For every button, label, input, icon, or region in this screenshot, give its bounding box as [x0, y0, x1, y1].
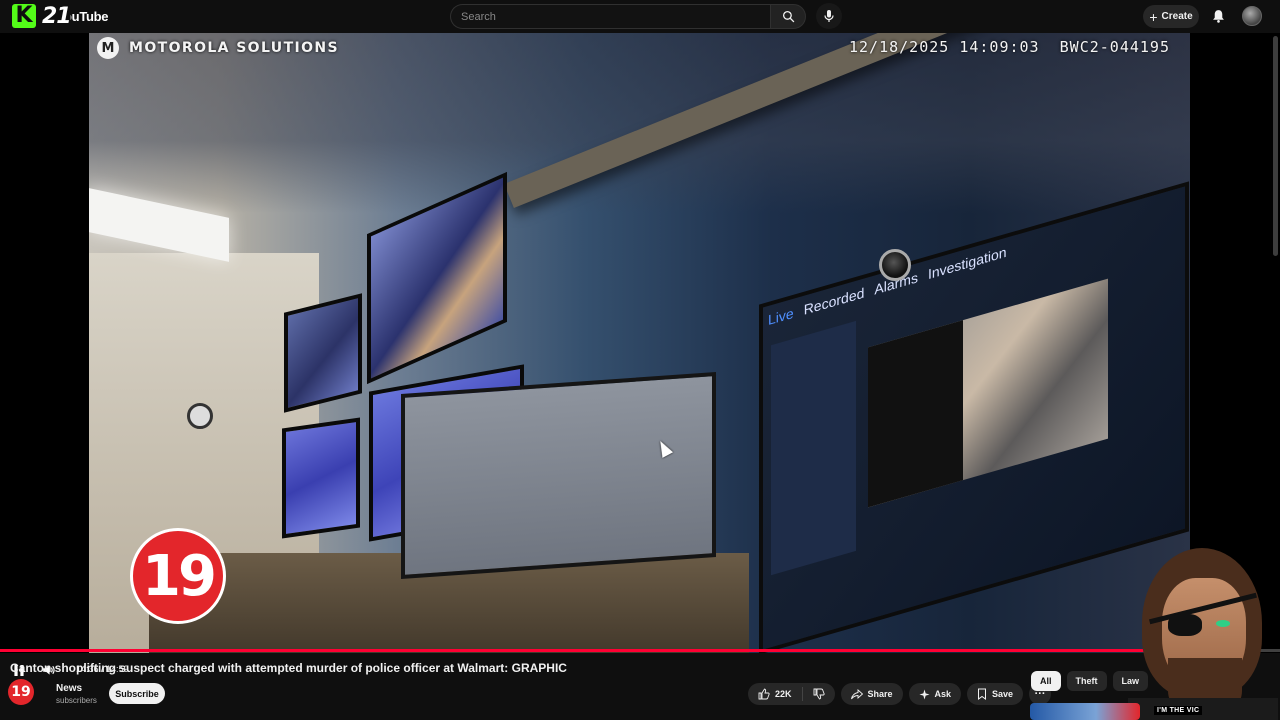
- create-button[interactable]: + Create: [1143, 5, 1199, 28]
- cctv-tab: Recorded: [803, 284, 865, 318]
- dislike-button[interactable]: [803, 683, 835, 705]
- news-channel-badge: 19: [130, 528, 226, 624]
- chip-theft[interactable]: Theft: [1066, 671, 1107, 691]
- search-input[interactable]: [450, 4, 770, 29]
- related-chips: All Theft Law: [1031, 671, 1149, 691]
- scene-monitor: [284, 293, 362, 413]
- video-actions: 22K Share Ask Save ···: [748, 683, 1052, 705]
- chip-all[interactable]: All: [1031, 671, 1061, 691]
- share-icon: [850, 688, 863, 699]
- cctv-sidebar: [771, 320, 856, 576]
- progress-played: [0, 649, 1248, 652]
- page-scrollbar[interactable]: [1273, 36, 1278, 256]
- search-icon: [782, 10, 794, 23]
- microphone-icon: [824, 10, 834, 22]
- save-label: Save: [992, 689, 1014, 699]
- bodycam-device-id: BWC2-044195: [1059, 38, 1170, 56]
- bodycam-brand: M MOTOROLA SOLUTIONS: [97, 37, 339, 59]
- ask-label: Ask: [934, 689, 952, 699]
- cctv-feed-dark: [868, 320, 963, 508]
- share-button[interactable]: Share: [840, 683, 903, 705]
- sparkle-icon: [918, 688, 930, 700]
- share-label: Share: [867, 689, 893, 699]
- like-count: 22K: [775, 689, 792, 699]
- channel-subscriber-count: subscribers: [56, 696, 97, 705]
- streamer-shirt-text: I'M THE VIC: [1154, 706, 1203, 715]
- video-frame[interactable]: Live Recorded Alarms Investigation M MOT…: [89, 33, 1190, 653]
- cctv-tab: Investigation: [927, 243, 1007, 283]
- subscribe-button[interactable]: Subscribe: [109, 683, 165, 704]
- account-avatar[interactable]: [1242, 6, 1262, 26]
- logo-number: 21: [42, 3, 72, 29]
- thumbs-down-icon: [813, 688, 825, 700]
- video-player[interactable]: Live Recorded Alarms Investigation M MOT…: [0, 33, 1280, 676]
- chip-law[interactable]: Law: [1112, 671, 1149, 691]
- search-bar: [450, 4, 806, 29]
- voice-search-button[interactable]: [816, 3, 842, 29]
- scene-security-camera: [879, 249, 911, 281]
- streamer-eyepatch: [1168, 614, 1202, 636]
- top-bar: K 21 YouTube + Create: [0, 0, 1280, 33]
- motorola-logo-icon: M: [97, 37, 119, 59]
- bell-icon: [1212, 10, 1224, 23]
- streamer-shirt: [1128, 698, 1278, 720]
- video-title: Canton shoplifting suspect charged with …: [10, 661, 567, 675]
- notifications-button[interactable]: [1208, 6, 1228, 26]
- search-button[interactable]: [770, 4, 806, 29]
- scene-clock: [187, 403, 213, 429]
- scene-monitor: [282, 417, 360, 539]
- ask-button[interactable]: Ask: [908, 683, 962, 705]
- bodycam-brand-text: MOTOROLA SOLUTIONS: [129, 40, 340, 56]
- bookmark-icon: [978, 688, 987, 700]
- channel-avatar[interactable]: 19: [8, 679, 34, 705]
- plus-icon: +: [1149, 8, 1158, 25]
- streamer-facecam: I'M THE VIC: [1128, 540, 1278, 720]
- create-label: Create: [1161, 11, 1193, 22]
- like-dislike-group: 22K: [748, 683, 835, 705]
- channel-name[interactable]: News: [56, 683, 82, 694]
- kick-logo-icon: K: [12, 4, 36, 28]
- progress-bar[interactable]: [0, 645, 1280, 656]
- bodycam-datetime: 12/18/2025 14:09:03: [849, 38, 1040, 56]
- save-button[interactable]: Save: [967, 683, 1024, 705]
- scene-monitor-cctv: Live Recorded Alarms Investigation: [759, 181, 1189, 653]
- cctv-tab: Live: [768, 304, 794, 329]
- bodycam-timestamp: 12/18/2025 14:09:03 BWC2-044195: [849, 38, 1170, 56]
- like-button[interactable]: 22K: [748, 683, 802, 705]
- related-video-thumbnail[interactable]: [1030, 703, 1140, 720]
- scene-monitor-blank: [401, 371, 716, 580]
- home-logo[interactable]: K 21 YouTube: [12, 3, 108, 29]
- scene-ceiling: [89, 33, 1190, 213]
- thumbs-up-icon: [758, 688, 770, 700]
- streamer-eye: [1216, 620, 1230, 627]
